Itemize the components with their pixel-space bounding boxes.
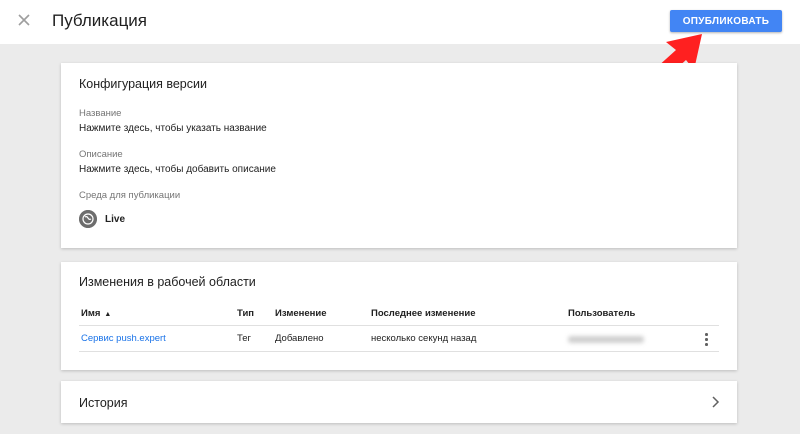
version-config-title: Конфигурация версии — [79, 77, 207, 91]
page-title: Публикация — [52, 11, 148, 30]
history-title: История — [79, 396, 128, 410]
environment-selector[interactable]: Live — [79, 210, 125, 228]
close-icon[interactable] — [14, 10, 34, 30]
publish-button[interactable]: ОПУБЛИКОВАТЬ — [670, 10, 782, 32]
row-name-link[interactable]: Сервис push.expert — [81, 333, 166, 344]
column-type-header: Тип — [237, 308, 255, 319]
row-type: Тег — [237, 333, 252, 344]
column-user-header: Пользователь — [568, 308, 636, 319]
history-card[interactable]: История — [61, 381, 737, 423]
globe-icon — [79, 210, 97, 228]
workspace-changes-title: Изменения в рабочей области — [79, 275, 256, 289]
description-label: Описание — [79, 149, 123, 160]
column-name-label: Имя — [81, 308, 101, 319]
chevron-right-icon — [712, 396, 720, 408]
row-last-change: несколько секунд назад — [371, 333, 477, 344]
header-divider — [79, 325, 719, 326]
environment-label: Среда для публикации — [79, 190, 181, 201]
environment-name: Live — [105, 213, 126, 225]
description-field[interactable]: Нажмите здесь, чтобы добавить описание — [79, 164, 276, 175]
version-config-card: Конфигурация версии Название Нажмите зде… — [61, 63, 737, 248]
name-field[interactable]: Нажмите здесь, чтобы указать название — [79, 123, 267, 134]
sort-ascending-icon: ▲ — [104, 311, 112, 318]
row-change: Добавлено — [275, 333, 324, 344]
more-vert-icon[interactable] — [699, 329, 713, 349]
column-last-change-header: Последнее изменение — [371, 308, 476, 319]
workspace-changes-card: Изменения в рабочей области Имя ▲ Тип Изм… — [61, 262, 737, 370]
row-divider — [79, 351, 719, 352]
row-user-blurred — [568, 336, 644, 343]
column-name-header[interactable]: Имя ▲ — [81, 308, 111, 319]
column-change-header: Изменение — [275, 308, 327, 319]
name-label: Название — [79, 108, 122, 119]
